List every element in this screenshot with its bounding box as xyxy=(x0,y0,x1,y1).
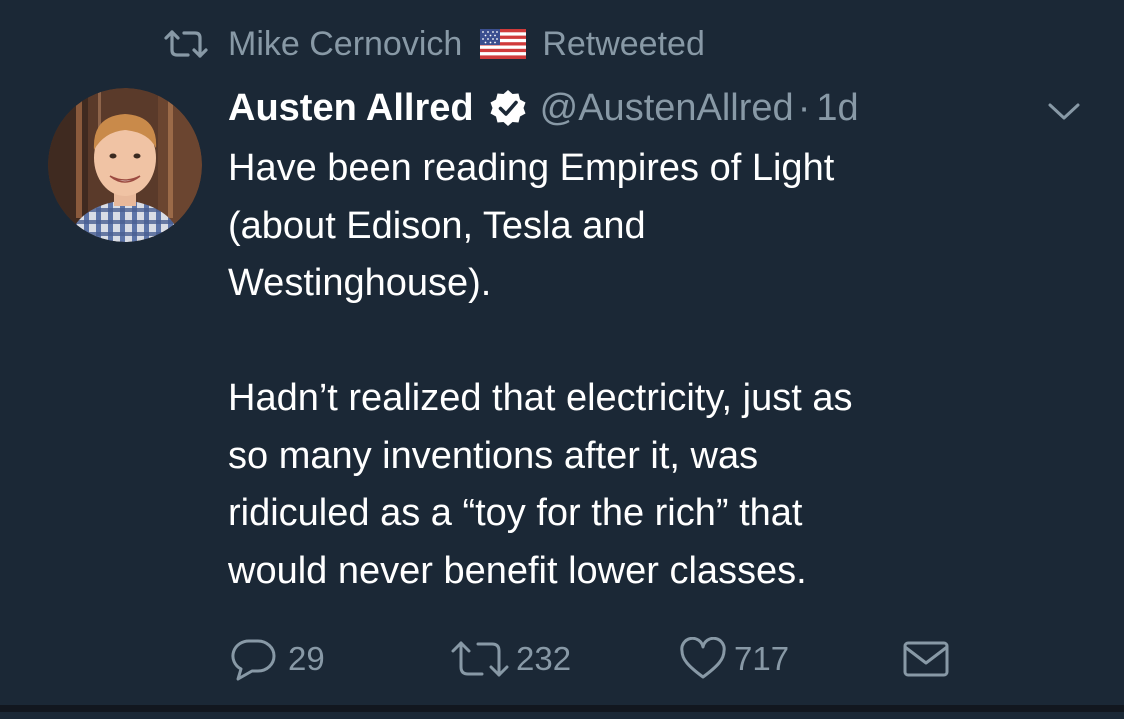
tweet-timestamp[interactable]: 1d xyxy=(816,87,858,130)
direct-message-button[interactable] xyxy=(902,634,950,684)
author-handle[interactable]: @AustenAllred xyxy=(540,87,794,130)
retweet-icon xyxy=(162,29,210,59)
divider xyxy=(0,705,1124,712)
retweet-icon xyxy=(450,639,510,679)
retweet-count: 232 xyxy=(516,640,572,677)
tweet-text-line: Have been reading Empires of Light xyxy=(228,147,835,189)
verified-badge-icon xyxy=(488,88,528,128)
tweet-header: Austen Allred @AustenAllred · 1d xyxy=(228,82,859,134)
tweet-text-line: would never benefit lower classes. xyxy=(228,549,807,592)
tweet-text: Have been reading Empires of Light (abou… xyxy=(228,140,1088,600)
retweeter-name[interactable]: Mike Cernovich xyxy=(228,25,462,64)
retweet-button[interactable]: 232 xyxy=(450,634,571,684)
reply-count: 29 xyxy=(288,640,325,677)
reply-icon xyxy=(228,637,282,681)
envelope-icon xyxy=(902,639,950,679)
us-flag-icon xyxy=(480,29,527,59)
tweet-actions: 29 232 717 xyxy=(0,634,1124,684)
reply-button[interactable]: 29 xyxy=(228,634,325,684)
avatar[interactable] xyxy=(48,88,202,242)
retweet-context: Mike Cernovich Retweeted xyxy=(162,24,705,64)
chevron-down-icon[interactable] xyxy=(1044,96,1084,126)
tweet-text-line: ridiculed as a “toy for the rich” that xyxy=(228,492,803,534)
tweet-text-line: (about Edison, Tesla and xyxy=(228,204,646,247)
heart-icon xyxy=(678,637,728,681)
tweet-text-line: Hadn’t realized that electricity, just a… xyxy=(228,377,853,419)
like-button[interactable]: 717 xyxy=(678,634,789,684)
separator-dot: · xyxy=(797,86,811,129)
tweet-text-line: Westinghouse). xyxy=(228,262,492,304)
tweet-text-line: so many inventions after it, was xyxy=(228,434,759,477)
retweeted-label: Retweeted xyxy=(542,24,705,63)
author-name[interactable]: Austen Allred xyxy=(228,87,474,130)
like-count: 717 xyxy=(734,640,790,677)
tweet-card[interactable]: Mike Cernovich Retweeted Austen Allred @… xyxy=(0,0,1124,712)
